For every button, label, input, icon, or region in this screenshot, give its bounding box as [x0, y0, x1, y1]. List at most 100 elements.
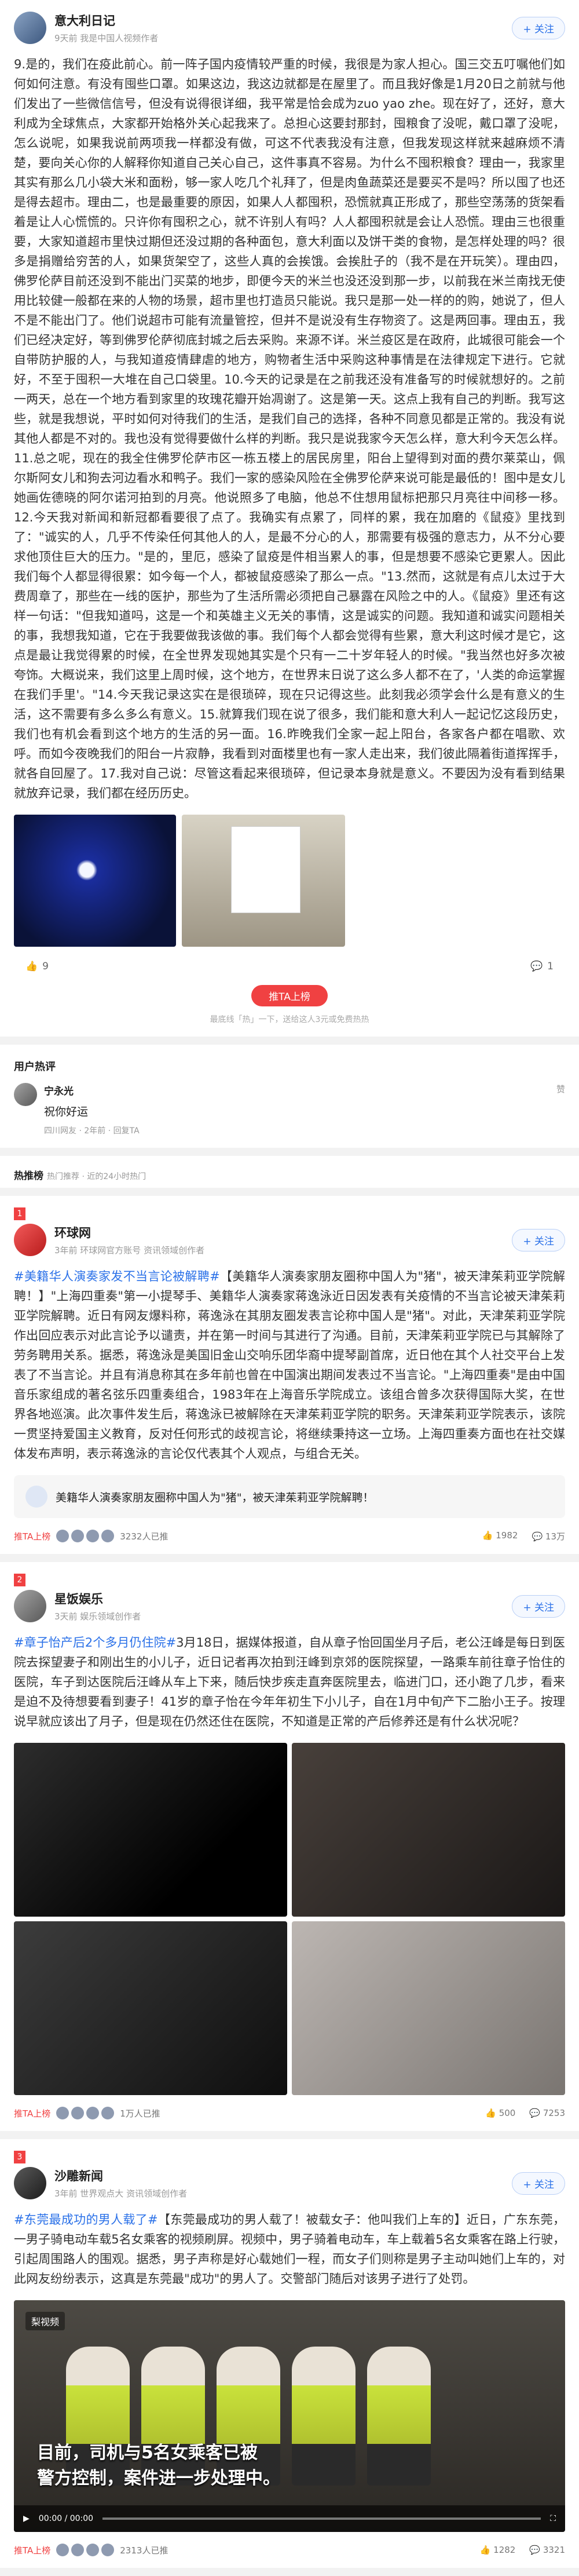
hot-item: 1 环球网 3年前 环球网官方账号 资讯领域创作者 + 关注 #美籍华人演奏家发…	[0, 1196, 579, 1554]
like-count: 1282	[493, 2545, 516, 2555]
hashtag-link[interactable]: #章子怡产后2个多月仍住院#	[14, 1636, 176, 1650]
avatar[interactable]	[14, 1590, 46, 1622]
photo[interactable]	[14, 1743, 287, 1917]
push-hot-area: 推TA上榜 1万人已推	[14, 2107, 160, 2119]
moon-night-photo[interactable]	[14, 815, 176, 947]
comment-text: 祝你好运	[44, 1105, 89, 1118]
push-count: 3232人已推	[120, 1531, 168, 1542]
hot-item-body: #美籍华人演奏家发不当言论被解聘#【美籍华人演奏家朋友圈称中国人为"猪"，被天津…	[14, 1267, 565, 1464]
author-name[interactable]: 星饭娱乐	[54, 1590, 141, 1607]
hashtag-link[interactable]: #东莞最成功的男人载了#	[14, 2213, 158, 2227]
comment-meta[interactable]: 四川网友 · 2年前 · 回复TA	[44, 1125, 140, 1136]
author-meta: 3年前 世界观点大 资讯领域创作者	[54, 2188, 188, 2199]
hotlist: 热推榜 热门推荐 · 近的24小时热门	[0, 1156, 579, 1188]
hotlist-sublabel: 热门推荐 · 近的24小时热门	[47, 1172, 146, 1181]
like-count: 9	[42, 961, 49, 972]
photo[interactable]	[292, 1743, 565, 1917]
author[interactable]: 沙雕新闻 3年前 世界观点大 资讯领域创作者	[14, 2167, 187, 2199]
author-meta: 9天前 我是中国人视频作者	[54, 33, 159, 43]
hashtag-link[interactable]: #美籍华人演奏家发不当言论被解聘#	[14, 1269, 220, 1283]
author[interactable]: 星饭娱乐 3天前 娱乐领域创作者	[14, 1590, 141, 1622]
video-source-tag: 梨视频	[25, 2312, 65, 2330]
like-count: 500	[499, 2108, 516, 2118]
rank-badge: 3	[14, 2151, 25, 2163]
like-count: 1982	[496, 1530, 518, 1541]
push-hot-link[interactable]: 推TA上榜	[14, 2107, 50, 2119]
comments-title: 用户热评	[14, 1061, 56, 1073]
author-name[interactable]: 沙雕新闻	[54, 2167, 187, 2184]
rank-badge: 2	[14, 1574, 25, 1586]
comment-button[interactable]: 💬 1	[530, 961, 554, 972]
hot-item-header: 沙雕新闻 3年前 世界观点大 资讯领域创作者 + 关注	[14, 2167, 565, 2199]
push-hot-area: 推TA上榜 3232人已推	[14, 1530, 168, 1542]
comment-count: 1	[547, 961, 554, 972]
video-progress[interactable]	[102, 2517, 541, 2520]
hot-item-footer: 推TA上榜 2313人已推 👍 1282 💬 3321	[14, 2544, 565, 2556]
like-button[interactable]: 👍 500	[485, 2108, 515, 2118]
push-hot-wrap: 推TA上榜	[14, 985, 565, 1006]
comments-section: 用户热评 宁永光 祝你好运 四川网友 · 2年前 · 回复TA 赞	[0, 1045, 579, 1148]
author-name[interactable]: 意大利日记	[54, 12, 158, 29]
hot-item: 2 星饭娱乐 3天前 娱乐领域创作者 + 关注 #章子怡产后2个多月仍住院#3月…	[0, 1562, 579, 2131]
photo[interactable]	[14, 1921, 287, 2095]
supporters-avatars	[56, 1530, 115, 1542]
photo[interactable]	[292, 1921, 565, 2095]
push-count: 2313人已推	[120, 2545, 168, 2556]
comment-button[interactable]: 💬 13万	[532, 1530, 565, 1542]
hot-item-text: 【美籍华人演奏家朋友圈称中国人为"猪"，被天津茱莉亚学院解聘！】"上海四重奏"第…	[14, 1269, 565, 1461]
post-actions: 👍 9 💬 1	[14, 961, 565, 972]
like-button[interactable]: 👍 9	[25, 961, 49, 972]
video-player[interactable]: 梨视频 目前，司机与5名女乘客已被 警方控制，案件进一步处理中。 ▶ 00:00…	[14, 2300, 565, 2532]
hot-item-footer: 推TA上榜 3232人已推 👍 1982 💬 13万	[14, 1530, 565, 1542]
like-button[interactable]: 👍 1982	[482, 1530, 518, 1542]
post-header: 意大利日记 9天前 我是中国人视频作者 + 关注	[14, 12, 565, 44]
hot-item-text: 3月18日，据媒体报道，自从章子怡回国坐月子后，老公汪峰是每日到医院去探望妻子和…	[14, 1636, 565, 1728]
fullscreen-icon[interactable]: ⛶	[550, 2514, 556, 2523]
video-caption: 目前，司机与5名女乘客已被 警方控制，案件进一步处理中。	[37, 2443, 280, 2489]
push-hot-link[interactable]: 推TA上榜	[14, 1530, 50, 1542]
supporters-avatars	[56, 2544, 115, 2556]
sign-photo[interactable]	[182, 815, 345, 947]
avatar[interactable]	[14, 2167, 46, 2199]
hot-item-actions: 👍 1982 💬 13万	[482, 1530, 565, 1542]
avatar[interactable]	[14, 1224, 46, 1256]
commenter-name[interactable]: 宁永光	[44, 1083, 140, 1097]
hot-item-body: #东莞最成功的男人载了#【东莞最成功的男人载了！被载女子：他叫我们上车的】近日，…	[14, 2210, 565, 2289]
push-hot-link[interactable]: 推TA上榜	[14, 2544, 50, 2556]
push-count: 1万人已推	[120, 2108, 160, 2119]
play-icon[interactable]: ▶	[23, 2514, 30, 2523]
commenter-avatar[interactable]	[14, 1083, 37, 1106]
push-hot-area: 推TA上榜 2313人已推	[14, 2544, 168, 2556]
page: 意大利日记 9天前 我是中国人视频作者 + 关注 9.是的，我们在疫此前心。前一…	[0, 0, 579, 2576]
author-name[interactable]: 环球网	[54, 1224, 204, 1241]
hot-item-actions: 👍 500 💬 7253	[485, 2108, 565, 2118]
comment-count: 13万	[545, 1531, 565, 1542]
follow-button[interactable]: + 关注	[512, 16, 565, 39]
hot-item: 3 沙雕新闻 3年前 世界观点大 资讯领域创作者 + 关注 #东莞最成功的男人载…	[0, 2139, 579, 2568]
hot-item-footer: 推TA上榜 1万人已推 👍 500 💬 7253	[14, 2107, 565, 2119]
hot-item-header: 星饭娱乐 3天前 娱乐领域创作者 + 关注	[14, 1590, 565, 1622]
author[interactable]: 环球网 3年前 环球网官方账号 资讯领域创作者	[14, 1224, 204, 1256]
push-hot-button[interactable]: 推TA上榜	[251, 985, 328, 1006]
thumbs-up-icon: 👍	[25, 961, 38, 972]
like-button[interactable]: 👍 1282	[480, 2545, 516, 2555]
quoted-article[interactable]: 美籍华人演奏家朋友圈称中国人为"猪"，被天津茱莉亚学院解聘！	[14, 1475, 565, 1518]
follow-button[interactable]: + 关注	[512, 2172, 565, 2195]
hot-item-body: #章子怡产后2个多月仍住院#3月18日，据媒体报道，自从章子怡回国坐月子后，老公…	[14, 1633, 565, 1731]
supporters-avatars	[56, 2107, 115, 2119]
comment-like[interactable]: 赞	[556, 1083, 565, 1095]
hotlist-title: 热推榜 热门推荐 · 近的24小时热门	[14, 1167, 565, 1182]
follow-button[interactable]: + 关注	[512, 1228, 565, 1251]
photo-grid	[14, 1743, 565, 2095]
comment-item: 宁永光 祝你好运 四川网友 · 2年前 · 回复TA 赞	[14, 1083, 565, 1136]
comment-button[interactable]: 💬 7253	[529, 2108, 565, 2118]
post-card: 意大利日记 9天前 我是中国人视频作者 + 关注 9.是的，我们在疫此前心。前一…	[0, 0, 579, 1037]
avatar[interactable]	[14, 12, 46, 44]
comment-count: 3321	[543, 2545, 565, 2555]
sign-paper	[231, 826, 301, 913]
author[interactable]: 意大利日记 9天前 我是中国人视频作者	[14, 12, 158, 44]
follow-button[interactable]: + 关注	[512, 1595, 565, 1618]
comment-icon: 💬	[530, 961, 543, 972]
comment-button[interactable]: 💬 3321	[529, 2545, 565, 2555]
author-meta: 3天前 娱乐领域创作者	[54, 1611, 141, 1622]
